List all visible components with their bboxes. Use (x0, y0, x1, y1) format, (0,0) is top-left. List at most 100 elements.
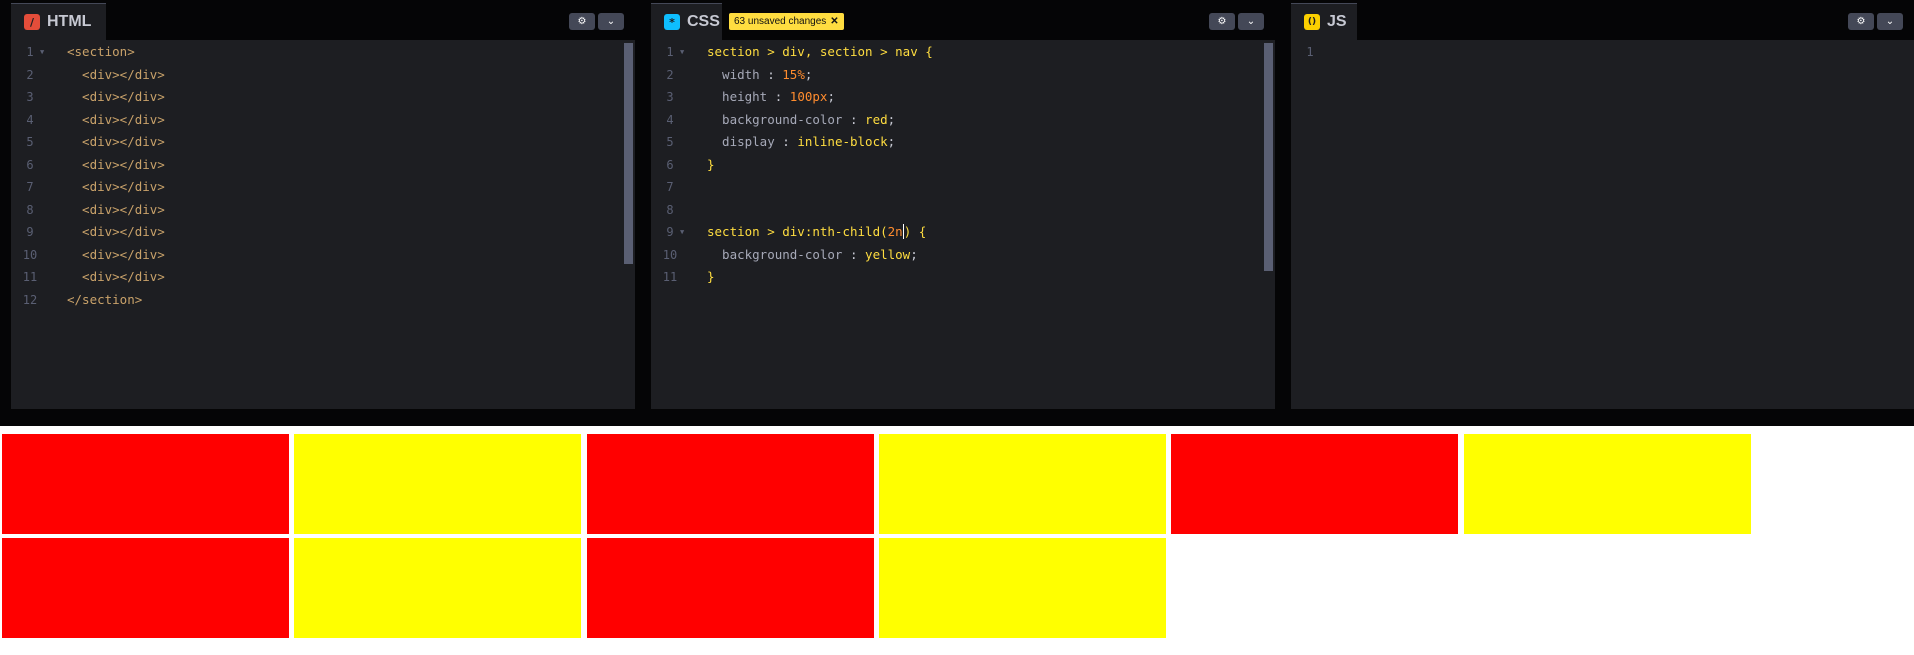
html-pane: / HTML ⚙ ⌄ 1 ▼ 2 3 4 5 6 7 8 9 10 11 12 <section> <d… (11, 0, 635, 409)
code-token: <div></div> (67, 179, 165, 194)
html-dropdown-button[interactable]: ⌄ (598, 13, 624, 30)
code-token: <div></div> (67, 111, 165, 127)
line-number: 11 (662, 270, 678, 284)
line-number: 5 (666, 135, 674, 149)
code-line: <div></div> (67, 266, 165, 289)
code-line: <div></div> (67, 199, 165, 222)
code-token: : (767, 89, 790, 104)
code-token: 100px (789, 89, 828, 104)
html-pane-header: / HTML ⚙ ⌄ (11, 3, 635, 40)
line-number: 10 (22, 247, 38, 262)
code-token: : (842, 246, 866, 262)
code-token: <div></div> (67, 246, 165, 262)
result-preview (0, 426, 1914, 655)
gear-icon: ⚙ (1217, 16, 1227, 27)
close-icon[interactable]: ✕ (830, 16, 838, 27)
code-token: ) { (903, 224, 927, 239)
code-line: <div></div> (67, 109, 165, 132)
css-code-editor[interactable]: 1 ▼ 2 3 4 5 6 7 8 9 ▼ 10 11 section > div, section >… (651, 40, 1275, 409)
html-scrollbar[interactable] (624, 43, 633, 264)
code-line: <div></div> (67, 86, 165, 109)
tab-html-label: HTML (47, 13, 92, 30)
code-line: <div></div> (67, 154, 165, 177)
code-token: <div></div> (67, 224, 165, 239)
unsaved-changes-badge[interactable]: 63 unsaved changes ✕ (729, 13, 844, 30)
css-asterisk-icon: * (664, 14, 680, 30)
css-scrollbar[interactable] (1264, 43, 1273, 271)
code-token: : (842, 111, 866, 127)
preview-box (2, 538, 289, 638)
resize-divider[interactable] (0, 409, 1914, 426)
js-pane-header: () JS ⚙ ⌄ (1291, 3, 1914, 40)
css-settings-button[interactable]: ⚙ (1209, 13, 1235, 30)
preview-box (2, 434, 289, 534)
tab-css-label: CSS (687, 13, 720, 30)
code-token: background-color (707, 246, 843, 262)
tab-css[interactable]: * CSS (651, 3, 722, 40)
line-number: 6 (666, 157, 674, 172)
html-gutter: 1 ▼ 2 3 4 5 6 7 8 9 10 11 12 (11, 40, 49, 409)
line-number: 8 (666, 202, 674, 217)
fold-arrow-icon[interactable]: ▼ (680, 41, 688, 64)
code-line: <div></div> (67, 244, 165, 267)
line-number: 3 (666, 90, 674, 104)
code-line: </section> (67, 289, 142, 312)
line-number: 2 (666, 67, 674, 82)
code-token: ; (804, 66, 813, 82)
code-token: <div></div> (67, 269, 165, 284)
preview-box (878, 538, 1166, 638)
tab-html[interactable]: / HTML (11, 3, 106, 40)
fold-arrow-icon[interactable]: ▼ (40, 41, 48, 64)
code-token: } (707, 269, 715, 284)
code-line: width : 15%; (707, 64, 812, 87)
line-number: 9 (26, 225, 34, 239)
fold-arrow-icon[interactable]: ▼ (680, 221, 688, 244)
chevron-down-icon: ⌄ (606, 16, 616, 27)
code-token: } (707, 156, 715, 172)
code-line: background-color : yellow; (707, 244, 918, 267)
js-settings-button[interactable]: ⚙ (1848, 13, 1874, 30)
gear-icon: ⚙ (577, 16, 587, 27)
css-pane: * CSS 63 unsaved changes ✕ ⚙ ⌄ 1 ▼ 2 3 4 5 6 7 8 9… (651, 0, 1275, 409)
js-code-editor[interactable]: 1 (1291, 40, 1914, 409)
preview-box (586, 434, 874, 534)
code-token: ; (827, 89, 835, 104)
preview-box (878, 434, 1166, 534)
js-dropdown-button[interactable]: ⌄ (1877, 13, 1903, 30)
line-number: 4 (666, 112, 674, 127)
js-gutter: 1 (1291, 40, 1329, 409)
line-number: 2 (26, 67, 34, 82)
line-number: 11 (22, 270, 38, 284)
code-token: : (759, 66, 783, 82)
line-number: 1 (1306, 45, 1314, 59)
code-token: ; (887, 134, 896, 149)
code-line: <div></div> (67, 131, 165, 154)
code-line: <div></div> (67, 176, 165, 199)
code-token: <div></div> (67, 66, 165, 82)
code-token: ; (910, 246, 918, 262)
preview-box (1463, 434, 1751, 534)
css-dropdown-button[interactable]: ⌄ (1238, 13, 1264, 30)
js-braces-icon: () (1304, 14, 1320, 30)
line-number: 4 (26, 112, 34, 127)
preview-box (294, 538, 582, 638)
code-token: inline-block (797, 134, 888, 149)
preview-box (586, 538, 874, 638)
tab-js[interactable]: () JS (1291, 3, 1357, 40)
css-gutter: 1 ▼ 2 3 4 5 6 7 8 9 ▼ 10 11 (651, 40, 689, 409)
code-token: width (707, 66, 760, 82)
line-number: 7 (26, 180, 34, 194)
code-line: <div></div> (67, 221, 165, 244)
line-number: 5 (26, 135, 34, 149)
code-line: } (707, 266, 715, 289)
code-token: </section> (67, 291, 143, 307)
code-token: background-color (707, 111, 843, 127)
html-code-editor[interactable]: 1 ▼ 2 3 4 5 6 7 8 9 10 11 12 <section> <div></div> <… (11, 40, 635, 409)
html-settings-button[interactable]: ⚙ (569, 13, 595, 30)
code-token: <div></div> (67, 156, 165, 172)
line-number: 3 (26, 90, 34, 104)
chevron-down-icon: ⌄ (1246, 16, 1256, 27)
line-number: 10 (662, 247, 678, 262)
js-pane: () JS ⚙ ⌄ 1 (1291, 0, 1914, 409)
code-token: ; (887, 111, 896, 127)
